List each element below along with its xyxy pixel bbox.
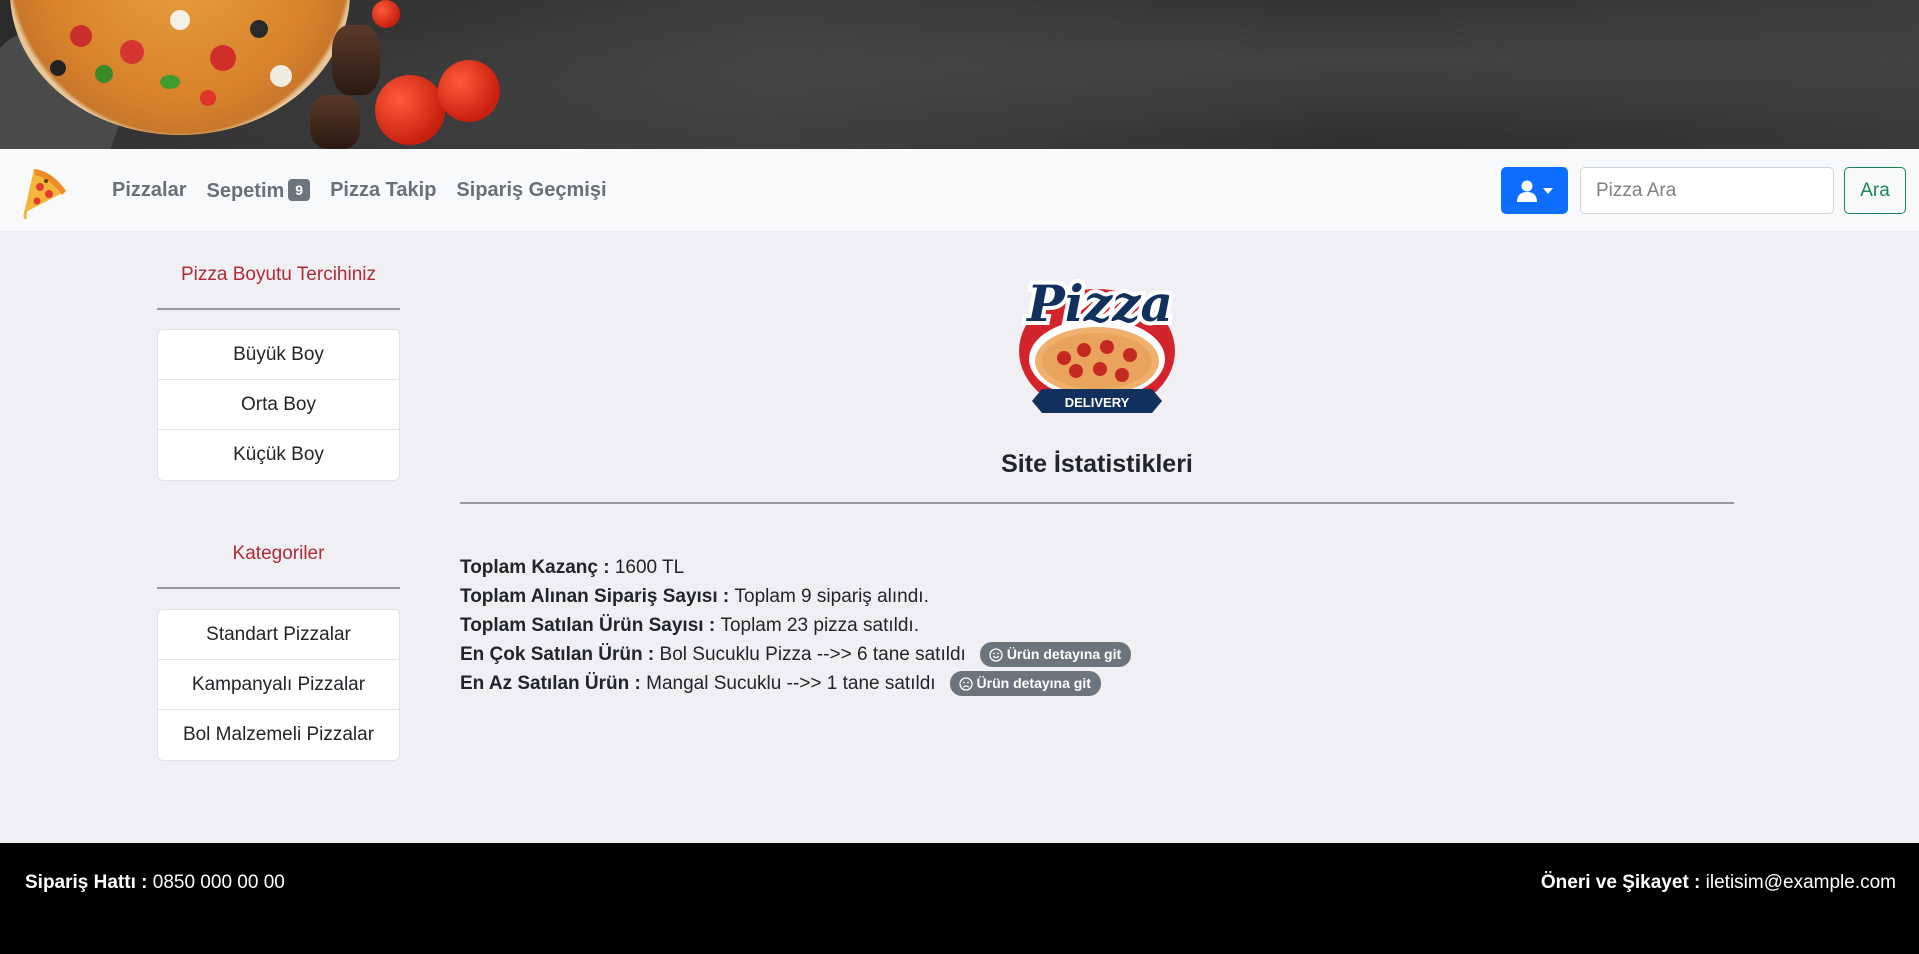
page-title: Site İstatistikleri — [1001, 450, 1193, 478]
size-item-kucuk[interactable]: Küçük Boy — [158, 430, 399, 480]
header-banner-image — [0, 0, 1919, 149]
nav-sepetim-label: Sepetim — [206, 180, 285, 202]
size-section-divider — [157, 308, 400, 310]
stat-value: Toplam 9 sipariş alındı. — [734, 586, 929, 607]
stat-label: En Çok Satılan Ürün : — [460, 644, 655, 665]
logo-ribbon-text: DELIVERY — [1065, 395, 1130, 410]
stat-label: Toplam Kazanç : — [460, 557, 610, 578]
stat-label: Toplam Satılan Ürün Sayısı : — [460, 615, 716, 636]
size-item-buyuk[interactable]: Büyük Boy — [158, 330, 399, 380]
footer: Sipariş Hattı : 0850 000 00 00 Öneri ve … — [0, 843, 1919, 954]
caret-down-icon — [1542, 187, 1553, 194]
category-item-kampanyali[interactable]: Kampanyalı Pizzalar — [158, 660, 399, 710]
banner-pepper-grinder-2 — [310, 95, 360, 149]
nav-links: Pizzalar Sepetim 9 Pizza Takip Sipariş Ge… — [112, 179, 607, 203]
footer-order-label: Sipariş Hattı : — [25, 872, 148, 893]
stat-row-products: Toplam Satılan Ürün Sayısı : Toplam 23 p… — [460, 611, 1131, 640]
size-list: Büyük Boy Orta Boy Küçük Boy — [157, 329, 400, 481]
category-section-title: Kategoriler — [232, 543, 325, 564]
category-item-bol-malzemeli[interactable]: Bol Malzemeli Pizzalar — [158, 710, 399, 760]
best-seller-detail-button[interactable]: Ürün detayına git — [979, 642, 1132, 667]
banner-tomato-2 — [438, 60, 500, 122]
nav-pizzalar[interactable]: Pizzalar — [112, 179, 186, 203]
footer-feedback: Öneri ve Şikayet : iletisim@example.com — [1541, 872, 1896, 894]
pizza-delivery-logo: DELIVERY Pizza Pizza — [1019, 270, 1177, 413]
cart-count-badge: 9 — [288, 179, 311, 201]
logo-word-text: Pizza — [1025, 274, 1173, 333]
banner-pepper-grinder — [332, 25, 380, 95]
title-divider — [460, 502, 1734, 504]
size-section-title: Pizza Boyutu Tercihiniz — [180, 264, 377, 285]
user-menu-button[interactable] — [1501, 167, 1568, 214]
nav-pizza-takip[interactable]: Pizza Takip — [330, 179, 436, 203]
stat-row-best-seller: En Çok Satılan Ürün : Bol Sucuklu Pizza … — [460, 640, 1132, 669]
search-button[interactable]: Ara — [1844, 167, 1906, 214]
category-section-divider — [157, 587, 400, 589]
category-list: Standart Pizzalar Kampanyalı Pizzalar Bo… — [157, 609, 400, 761]
best-seller-detail-label: Ürün detayına git — [1006, 646, 1122, 662]
banner-tomato-3 — [372, 0, 400, 28]
stat-value: Bol Sucuklu Pizza -->> 6 tane satıldı — [659, 644, 966, 665]
footer-feedback-label: Öneri ve Şikayet : — [1540, 872, 1701, 893]
stat-row-orders: Toplam Alınan Sipariş Sayısı : Toplam 9 … — [460, 582, 1131, 611]
user-icon — [1516, 180, 1537, 202]
footer-feedback-email[interactable]: iletisim@example.com — [1706, 872, 1896, 893]
smile-icon — [989, 647, 1003, 662]
size-item-orta[interactable]: Orta Boy — [158, 380, 399, 430]
footer-order-line: Sipariş Hattı : 0850 000 00 00 — [25, 872, 285, 894]
search-input[interactable] — [1580, 167, 1834, 214]
site-stats: Toplam Kazanç : 1600 TL Toplam Alınan Si… — [460, 553, 1132, 698]
stat-label: En Az Satılan Ürün : — [460, 673, 641, 694]
stat-value: Toplam 23 pizza satıldı. — [720, 615, 919, 636]
stat-value: 1600 TL — [614, 557, 685, 578]
nav-sepetim[interactable]: Sepetim 9 — [206, 179, 311, 203]
stat-row-worst-seller: En Az Satılan Ürün : Mangal Sucuklu -->>… — [460, 669, 1131, 698]
pizza-slice-icon[interactable] — [18, 161, 72, 219]
stat-value: Mangal Sucuklu -->> 1 tane satıldı — [646, 673, 936, 694]
stat-row-revenue: Toplam Kazanç : 1600 TL — [460, 553, 1131, 582]
banner-tomato — [375, 75, 445, 145]
category-item-standart[interactable]: Standart Pizzalar — [158, 610, 399, 660]
worst-seller-detail-button[interactable]: Ürün detayına git — [949, 671, 1101, 696]
nav-siparis-gecmisi[interactable]: Sipariş Geçmişi — [456, 179, 606, 203]
worst-seller-detail-label: Ürün detayına git — [976, 675, 1091, 691]
stat-label: Toplam Alınan Sipariş Sayısı : — [460, 586, 730, 607]
footer-order-phone: 0850 000 00 00 — [152, 872, 285, 893]
frown-icon — [958, 676, 973, 691]
